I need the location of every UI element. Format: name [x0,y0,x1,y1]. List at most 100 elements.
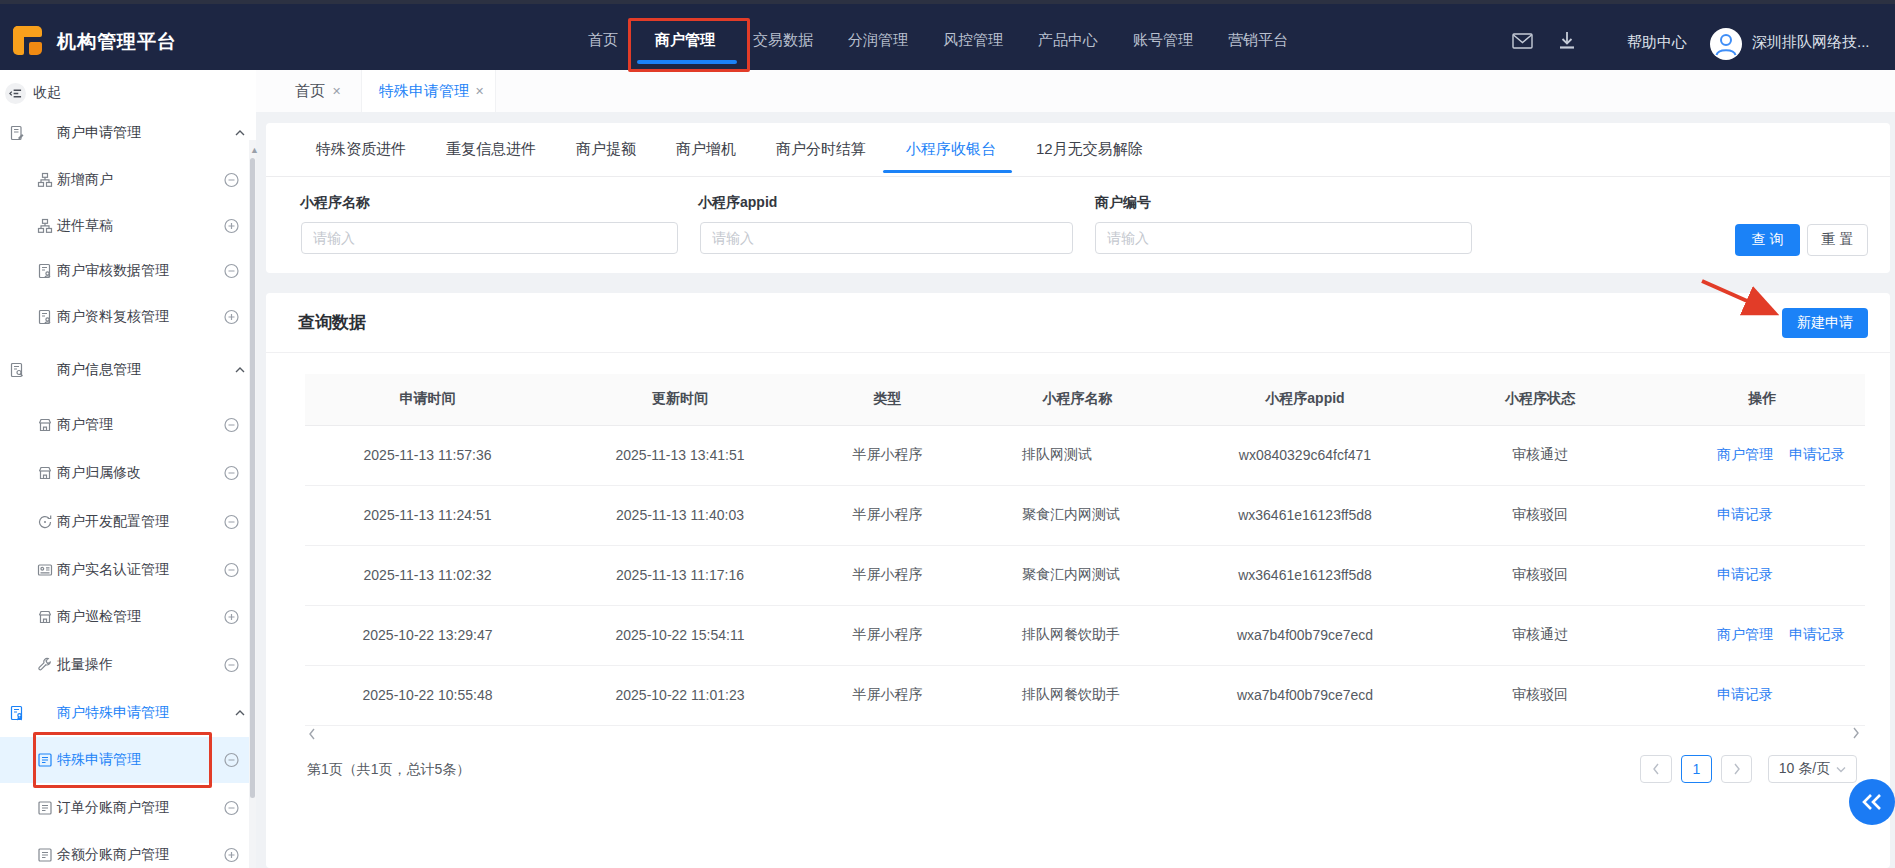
chevron-up-icon[interactable] [235,130,245,137]
sidebar-item-10[interactable]: 商户巡检管理 [0,594,250,640]
minus-circle-icon[interactable] [224,801,239,816]
reset-button[interactable]: 重 置 [1807,224,1868,256]
sidebar-scrollbar-thumb[interactable] [250,158,255,798]
minus-circle-icon[interactable] [224,658,239,673]
sidebar-item-4[interactable]: 商户资料复核管理 [0,294,250,340]
sidebar-group-5[interactable]: 商户信息管理 [0,347,250,393]
shop-icon [37,417,53,433]
breadcrumb-tabs: 首页 ✕ 特殊申请管理 ✕ [256,70,1895,112]
user-org-name[interactable]: 深圳排队网络技... [1752,33,1870,52]
plus-circle-icon[interactable] [224,610,239,625]
sidebar-item-8[interactable]: 商户开发配置管理 [0,499,250,545]
doc-user-icon [37,309,53,325]
merchant-no-input[interactable] [1095,222,1472,254]
action-link[interactable]: 商户管理 [1717,626,1773,642]
divider [266,352,1890,353]
nav-item-2[interactable]: 交易数据 [753,30,813,50]
appid-input[interactable] [700,222,1073,254]
collapse-panel-float-button[interactable] [1849,779,1895,825]
table-scroll-left-icon[interactable] [308,726,316,744]
sidebar-item-2[interactable]: 进件草稿 [0,203,250,249]
cell: wx0840329c64fcf471 [1190,425,1420,485]
nav-item-7[interactable]: 营销平台 [1228,30,1288,50]
cell: 审核通过 [1420,425,1660,485]
breadcrumb-tab-home[interactable]: 首页 [295,82,325,101]
help-center-link[interactable]: 帮助中心 [1627,33,1687,52]
close-tab-icon[interactable]: ✕ [475,85,484,98]
cell: 审核驳回 [1420,545,1660,605]
filter-tab-2[interactable]: 商户提额 [576,140,636,159]
chevron-up-icon[interactable] [235,367,245,374]
filter-tab-4[interactable]: 商户分时结算 [776,140,866,159]
minus-circle-icon[interactable] [224,264,239,279]
sidebar-label: 商户管理 [57,416,113,434]
nav-item-5[interactable]: 产品中心 [1038,30,1098,50]
cell: 审核驳回 [1420,665,1660,725]
sidebar-item-6[interactable]: 商户管理 [0,402,250,448]
nav-item-6[interactable]: 账号管理 [1133,30,1193,50]
action-link[interactable]: 申请记录 [1789,446,1845,462]
table-row: 2025-11-13 11:02:322025-11-13 11:17:16半屏… [305,545,1865,605]
cell: 2025-10-22 15:54:11 [550,605,810,665]
sidebar-label: 订单分账商户管理 [57,799,169,817]
minus-circle-icon[interactable] [224,753,239,768]
cell: 审核驳回 [1420,485,1660,545]
sidebar-item-9[interactable]: 商户实名认证管理 [0,547,250,593]
pagination-prev-button[interactable] [1640,755,1672,783]
page-size-select[interactable]: 10 条/页 [1768,755,1857,783]
sidebar-collapse-button[interactable]: 收起 [0,70,250,116]
doc-user-icon [37,263,53,279]
action-link[interactable]: 申请记录 [1717,566,1773,582]
cell: 2025-11-13 11:02:32 [305,545,550,605]
minus-circle-icon[interactable] [224,515,239,530]
sidebar-item-1[interactable]: 新增商户 [0,157,250,203]
filter-tab-0[interactable]: 特殊资质进件 [316,140,406,159]
download-icon[interactable] [1558,31,1576,55]
breadcrumb-tab-active[interactable]: 特殊申请管理 ✕ [361,70,496,112]
sidebar-item-7[interactable]: 商户归属修改 [0,450,250,496]
sidebar-item-3[interactable]: 商户审核数据管理 [0,248,250,294]
shop-icon [37,609,53,625]
cell: 2025-11-13 11:40:03 [550,485,810,545]
sidebar-group-12[interactable]: 商户特殊申请管理 [0,690,250,736]
close-tab-icon[interactable]: ✕ [332,85,341,98]
avatar[interactable] [1710,28,1742,60]
double-chevron-left-icon [1861,793,1883,811]
scrollbar-up-arrow[interactable]: ▲ [250,146,259,155]
filter-tab-6[interactable]: 12月无交易解除 [1036,140,1143,159]
filter-tab-1[interactable]: 重复信息进件 [446,140,536,159]
mail-icon[interactable] [1512,33,1533,53]
miniapp-name-input[interactable] [301,222,678,254]
nav-item-4[interactable]: 风控管理 [943,30,1003,50]
action-link[interactable]: 申请记录 [1717,506,1773,522]
minus-circle-icon[interactable] [224,418,239,433]
sidebar-item-14[interactable]: 订单分账商户管理 [0,785,250,831]
results-panel: 查询数据 新建申请 申请时间更新时间类型小程序名称小程序appid小程序状态操作… [266,293,1890,868]
minus-circle-icon[interactable] [224,563,239,578]
filter-tab-3[interactable]: 商户增机 [676,140,736,159]
sidebar-group-0[interactable]: 商户申请管理 [0,110,250,156]
nav-item-3[interactable]: 分润管理 [848,30,908,50]
actions-cell: 商户管理申请记录 [1660,425,1865,485]
minus-circle-icon[interactable] [224,173,239,188]
chevron-up-icon[interactable] [235,710,245,717]
action-link[interactable]: 申请记录 [1717,686,1773,702]
action-link[interactable]: 申请记录 [1789,626,1845,642]
search-button[interactable]: 查 询 [1735,224,1800,256]
minus-circle-icon[interactable] [224,466,239,481]
filter-tab-5[interactable]: 小程序收银台 [906,140,996,159]
pagination-page-1[interactable]: 1 [1681,755,1712,783]
new-application-button[interactable]: 新建申请 [1782,308,1868,338]
actions-cell: 商户管理申请记录 [1660,605,1865,665]
plus-circle-icon[interactable] [224,310,239,325]
plus-circle-icon[interactable] [224,848,239,863]
table-scroll-right-icon[interactable] [1852,725,1860,743]
sidebar-item-15[interactable]: 余额分账商户管理 [0,832,250,868]
plus-circle-icon[interactable] [224,219,239,234]
sidebar-item-11[interactable]: 批量操作 [0,642,250,688]
nav-item-0[interactable]: 首页 [588,30,618,50]
pagination-next-button[interactable] [1721,755,1752,783]
cell: 半屏小程序 [810,665,965,725]
idcard-icon [37,562,53,578]
action-link[interactable]: 商户管理 [1717,446,1773,462]
